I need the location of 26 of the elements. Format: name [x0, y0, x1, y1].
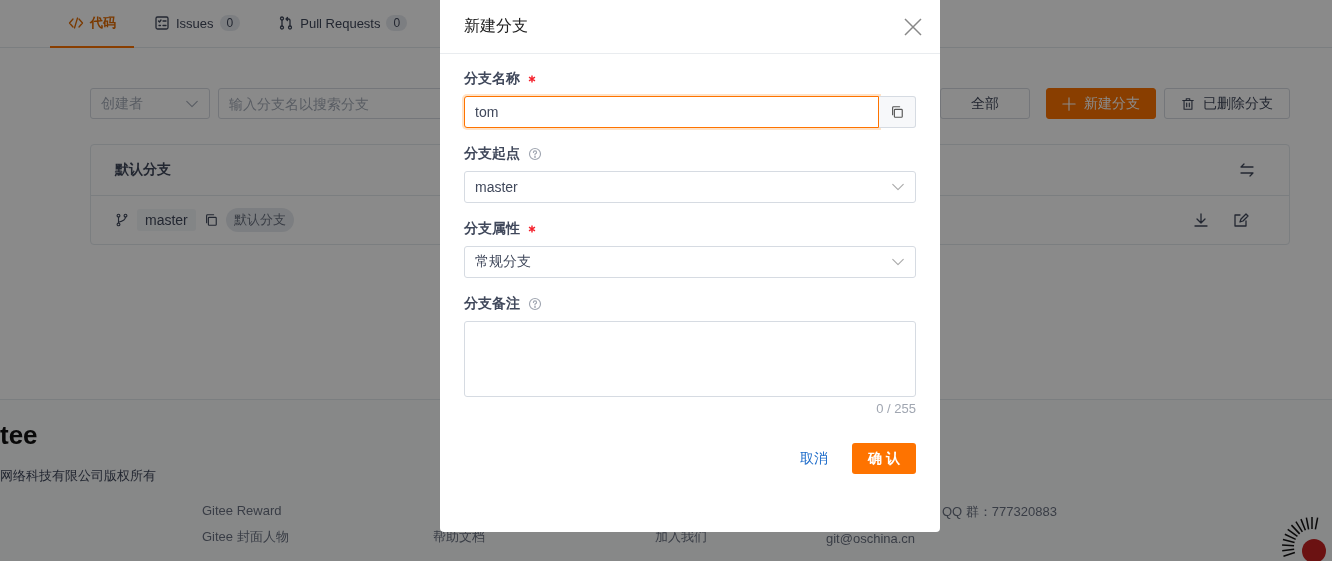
- default-badge: 默认分支: [225, 208, 294, 232]
- tab[interactable]: 代码: [50, 0, 134, 48]
- footer-link[interactable]: QQ 群：777320883: [942, 503, 1122, 521]
- field-label: 分支属性: [464, 220, 520, 238]
- tab[interactable]: Pull Requests 0: [260, 0, 426, 48]
- filter-button[interactable]: 全部: [940, 88, 1030, 119]
- footer-link[interactable]: git@oschina.cn: [826, 531, 942, 546]
- select-field[interactable]: 常规分支: [464, 246, 916, 278]
- card-title: 默认分支: [115, 161, 171, 179]
- footer-link[interactable]: Gitee Reward: [202, 503, 433, 518]
- branch-name[interactable]: master: [137, 209, 196, 231]
- char-counter: 0 / 255: [875, 401, 916, 416]
- field-label: 分支起点: [464, 145, 520, 163]
- copyright-text: 网络科技有限公司版权所有: [0, 468, 156, 483]
- field-label: 分支备注: [464, 295, 520, 313]
- branch-name-field[interactable]: tom: [464, 96, 879, 128]
- new-branch-button[interactable]: 新建分支: [1046, 88, 1156, 119]
- select-field[interactable]: master: [464, 171, 916, 203]
- footer-logo: tee: [0, 420, 38, 451]
- deleted-branches-button[interactable]: 已删除分支: [1164, 88, 1290, 119]
- cancel-button[interactable]: 取消: [800, 449, 828, 468]
- confirm-button[interactable]: 确 认: [852, 443, 916, 474]
- dialog-title: 新建分支: [464, 16, 528, 36]
- footer-link[interactable]: Gitee 封面人物: [202, 528, 433, 546]
- tab[interactable]: Issues 0: [136, 0, 259, 48]
- field-label: 分支名称: [464, 70, 520, 88]
